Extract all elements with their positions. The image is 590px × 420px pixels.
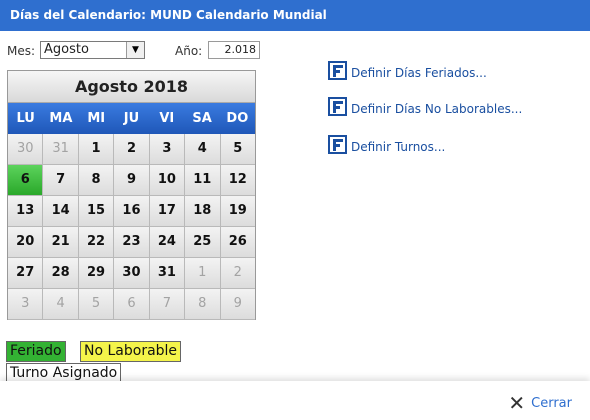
calendar-day[interactable]: 3 bbox=[149, 134, 186, 165]
calendar-week-row: 27 28 29 30 31 1 2 bbox=[8, 258, 255, 289]
close-label: Cerrar bbox=[531, 395, 572, 411]
month-select-value: Agosto bbox=[44, 42, 89, 57]
window-title: Días del Calendario: MUND Calendario Mun… bbox=[0, 0, 590, 31]
close-icon: ✕ bbox=[508, 391, 526, 415]
define-holidays-label[interactable]: Definir Días Feriados... bbox=[351, 66, 487, 80]
calendar-day[interactable]: 14 bbox=[43, 196, 79, 227]
calendar-day[interactable]: 7 bbox=[43, 165, 79, 196]
days-of-week-row: LU MA MI JU VI SA DO bbox=[8, 103, 255, 134]
calendar-day[interactable]: 20 bbox=[8, 227, 44, 258]
define-shifts-link[interactable]: Definir Turnos... bbox=[328, 134, 445, 154]
legend-non-working: No Laborable bbox=[80, 341, 182, 362]
calendar-day-other-month[interactable]: 6 bbox=[114, 289, 150, 320]
define-form-icon bbox=[328, 61, 347, 80]
define-form-icon bbox=[328, 135, 347, 154]
day-of-week-header: VI bbox=[159, 111, 175, 126]
calendar-day[interactable]: 9 bbox=[114, 165, 150, 196]
day-of-week-header: SA bbox=[192, 111, 212, 126]
calendar-day[interactable]: 29 bbox=[78, 258, 115, 289]
calendar-month-header: Agosto 2018 bbox=[8, 71, 255, 103]
define-shifts-label[interactable]: Definir Turnos... bbox=[351, 140, 445, 154]
calendar-day[interactable]: 27 bbox=[8, 258, 44, 289]
calendar-day-holiday[interactable]: 6 bbox=[8, 165, 44, 196]
calendar-day[interactable]: 16 bbox=[114, 196, 150, 227]
calendar-week-row: 3456789 bbox=[8, 289, 255, 320]
calendar-day[interactable]: 26 bbox=[220, 227, 255, 258]
calendar-week-row: 13 14 15 16 17 18 19 bbox=[8, 196, 255, 227]
define-non-working-days-label[interactable]: Definir Días No Laborables... bbox=[351, 102, 522, 116]
calendar-day[interactable]: 21 bbox=[43, 227, 79, 258]
calendar-day-other-month[interactable]: 4 bbox=[43, 289, 79, 320]
calendar-day[interactable]: 28 bbox=[43, 258, 79, 289]
calendar-week-row: 30 31 1 2 3 4 5 bbox=[8, 134, 255, 165]
footer-bar: ✕ Cerrar bbox=[0, 381, 590, 420]
close-button[interactable]: ✕ Cerrar bbox=[508, 391, 572, 415]
calendar-day-other-month[interactable]: 31 bbox=[43, 134, 79, 165]
legend-assigned-shift: Turno Asignado bbox=[6, 363, 122, 383]
day-of-week-header: JU bbox=[123, 111, 140, 126]
calendar-day[interactable]: 18 bbox=[185, 196, 221, 227]
define-holidays-link[interactable]: Definir Días Feriados... bbox=[328, 60, 487, 80]
day-of-week-header: MA bbox=[49, 111, 73, 126]
calendar-day-other-month[interactable]: 7 bbox=[149, 289, 186, 320]
calendar-day[interactable]: 4 bbox=[185, 134, 221, 165]
calendar-week-row: 6 7 8 9 10 11 12 bbox=[8, 165, 255, 196]
month-select[interactable]: Agosto ▼ bbox=[40, 41, 145, 59]
calendar-day[interactable]: 25 bbox=[185, 227, 221, 258]
calendar-day[interactable]: 31 bbox=[149, 258, 186, 289]
day-of-week-header: MI bbox=[87, 111, 106, 126]
define-non-working-days-link[interactable]: Definir Días No Laborables... bbox=[328, 96, 522, 116]
calendar-day[interactable]: 11 bbox=[185, 165, 221, 196]
calendar-day[interactable]: 12 bbox=[220, 165, 255, 196]
calendar-day-other-month[interactable]: 8 bbox=[185, 289, 221, 320]
calendar-day[interactable]: 1 bbox=[78, 134, 115, 165]
year-label: Año: bbox=[175, 44, 203, 58]
calendar-day[interactable]: 10 bbox=[149, 165, 186, 196]
calendar-day[interactable]: 15 bbox=[78, 196, 115, 227]
chevron-down-icon[interactable]: ▼ bbox=[126, 42, 144, 58]
month-label: Mes: bbox=[7, 44, 36, 58]
calendar-day[interactable]: 23 bbox=[114, 227, 150, 258]
define-form-icon bbox=[328, 97, 347, 116]
calendar-day-other-month[interactable]: 5 bbox=[78, 289, 115, 320]
calendar-day[interactable]: 2 bbox=[114, 134, 150, 165]
calendar-day[interactable]: 17 bbox=[149, 196, 186, 227]
day-of-week-header: LU bbox=[16, 111, 35, 126]
day-of-week-header: DO bbox=[226, 111, 249, 126]
calendar-day-other-month[interactable]: 9 bbox=[220, 289, 255, 320]
calendar-day[interactable]: 24 bbox=[149, 227, 186, 258]
calendar-day[interactable]: 30 bbox=[114, 258, 150, 289]
calendar-day[interactable]: 5 bbox=[220, 134, 255, 165]
calendar-day[interactable]: 19 bbox=[220, 196, 255, 227]
calendar-day[interactable]: 13 bbox=[8, 196, 44, 227]
calendar-day-other-month[interactable]: 2 bbox=[220, 258, 255, 289]
year-input[interactable]: 2.018 bbox=[208, 41, 260, 59]
calendar-day-other-month[interactable]: 30 bbox=[8, 134, 44, 165]
calendar-week-row: 20 21 22 23 24 25 26 bbox=[8, 227, 255, 258]
calendar-day-other-month[interactable]: 3 bbox=[8, 289, 44, 320]
calendar-day-other-month[interactable]: 1 bbox=[185, 258, 221, 289]
legend-holiday: Feriado bbox=[6, 341, 66, 362]
calendar-day[interactable]: 22 bbox=[78, 227, 115, 258]
calendar-grid: 30 31 1 2 3 4 5 6 7 8 9 10 11 12 13 14 15 16 17 18 19 20 21 22 2… bbox=[8, 134, 255, 320]
calendar-day[interactable]: 8 bbox=[78, 165, 115, 196]
calendar: Agosto 2018 LU MA MI JU VI SA DO 30 31 1 2 3 4 5 6 7 8 9… bbox=[7, 70, 256, 320]
